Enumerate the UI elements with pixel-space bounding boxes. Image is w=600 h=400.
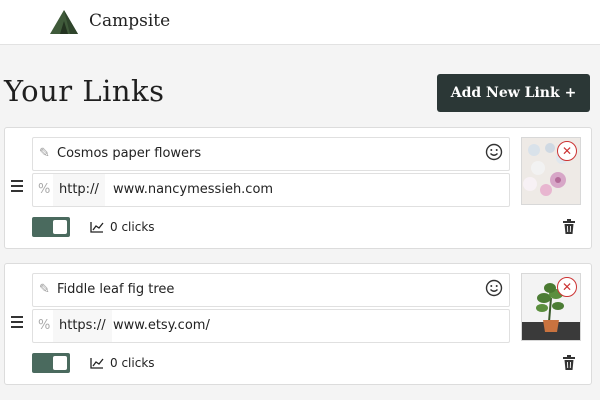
protocol-select[interactable]: http://	[53, 174, 105, 206]
clicks-count: 0 clicks	[110, 220, 155, 234]
chart-icon	[90, 222, 104, 233]
link-title-text[interactable]: Cosmos paper flowers	[57, 146, 201, 161]
link-url-text[interactable]: www.etsy.com/	[113, 318, 210, 333]
link-url-field[interactable]: % https:// www.etsy.com/	[32, 309, 510, 343]
emoji-icon[interactable]	[485, 279, 503, 297]
drag-handle-icon[interactable]	[11, 180, 23, 194]
clicks-stat: 0 clicks	[90, 220, 155, 234]
link-enabled-toggle[interactable]	[32, 353, 70, 373]
link-title-field[interactable]: ✎ Fiddle leaf fig tree	[32, 273, 510, 307]
clicks-stat: 0 clicks	[90, 356, 155, 370]
link-thumbnail[interactable]: ✕	[521, 137, 581, 205]
link-icon: %	[38, 318, 51, 333]
remove-image-icon[interactable]: ✕	[557, 277, 577, 297]
chart-icon	[90, 358, 104, 369]
add-new-link-button[interactable]: Add New Link +	[437, 74, 590, 112]
brand-name[interactable]: Campsite	[89, 11, 170, 31]
pencil-icon: ✎	[39, 282, 50, 297]
trash-icon[interactable]	[562, 219, 576, 235]
link-title-text[interactable]: Fiddle leaf fig tree	[57, 282, 174, 297]
remove-image-icon[interactable]: ✕	[557, 141, 577, 161]
top-bar: Campsite	[0, 0, 600, 45]
link-url-text[interactable]: www.nancymessieh.com	[113, 182, 273, 197]
link-thumbnail[interactable]: ✕	[521, 273, 581, 341]
emoji-icon[interactable]	[485, 143, 503, 161]
pencil-icon: ✎	[39, 146, 50, 161]
link-card: ✎ Cosmos paper flowers % http:// www.nan…	[4, 127, 592, 249]
drag-handle-icon[interactable]	[11, 316, 23, 330]
clicks-count: 0 clicks	[110, 356, 155, 370]
link-enabled-toggle[interactable]	[32, 217, 70, 237]
link-card: ✎ Fiddle leaf fig tree % https:// www.et…	[4, 263, 592, 385]
protocol-select[interactable]: https://	[53, 310, 112, 342]
link-title-field[interactable]: ✎ Cosmos paper flowers	[32, 137, 510, 171]
page-title: Your Links	[4, 74, 165, 108]
link-url-field[interactable]: % http:// www.nancymessieh.com	[32, 173, 510, 207]
link-icon: %	[38, 182, 51, 197]
tent-icon[interactable]	[48, 9, 80, 35]
trash-icon[interactable]	[562, 355, 576, 371]
